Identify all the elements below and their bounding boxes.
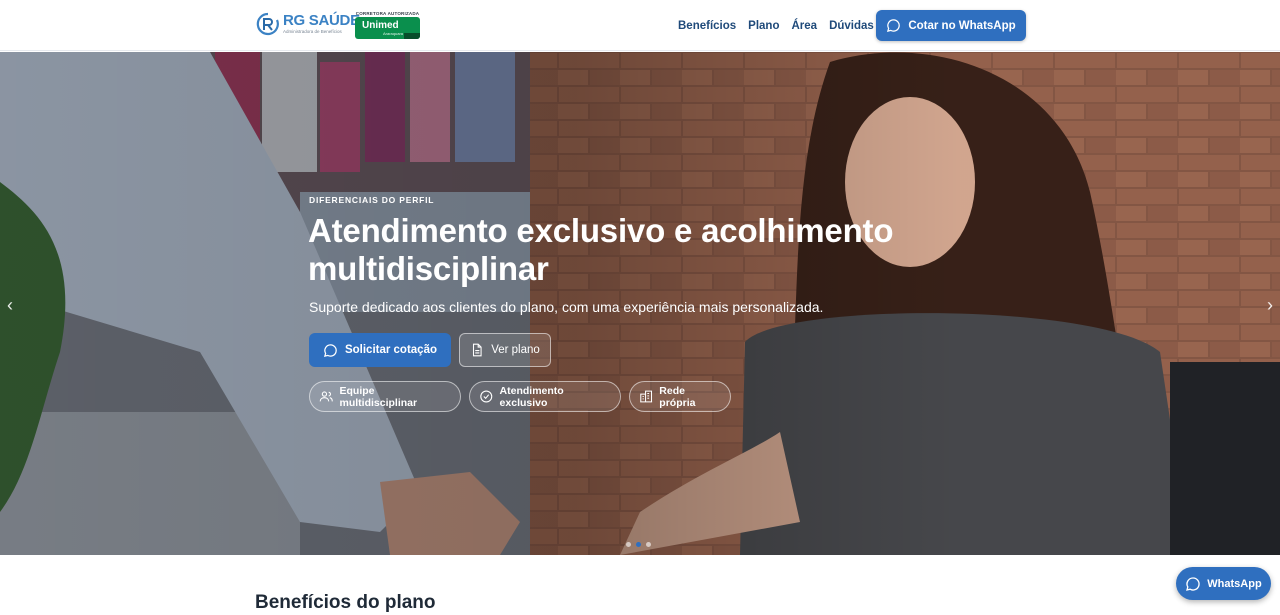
nav-link-duvidas[interactable]: Dúvidas: [829, 20, 874, 32]
floating-whatsapp-label: WhatsApp: [1207, 577, 1262, 590]
beneficios-section-title: Benefícios do plano: [255, 592, 436, 613]
chat-bubble-icon: [1186, 576, 1200, 591]
rg-saude-logo[interactable]: RG SAÚDE Administradora de Benefícios: [256, 12, 371, 36]
cotar-whatsapp-button[interactable]: Cotar no WhatsApp: [876, 10, 1026, 41]
carousel-next-icon[interactable]: ›: [1260, 295, 1280, 315]
unimed-partner-badge: CORRETORA AUTORIZADA Unimed Araraquara: [355, 11, 420, 39]
chip-label: Rede própria: [659, 384, 696, 409]
carousel-prev-icon[interactable]: ‹: [0, 295, 20, 315]
chat-bubble-icon: [323, 343, 337, 357]
solicitar-cotacao-label: Solicitar cotação: [344, 344, 438, 356]
partner-strip: [404, 33, 420, 39]
building-icon: [640, 390, 653, 403]
unimed-logo: Unimed Araraquara: [355, 17, 420, 39]
ver-plano-label: Ver plano: [491, 344, 540, 356]
floating-whatsapp-button[interactable]: WhatsApp: [1176, 567, 1271, 600]
site-header: RG SAÚDE Administradora de Benefícios CO…: [0, 0, 1280, 51]
check-circle-icon: [480, 390, 493, 403]
chip-rede-propria: Rede própria: [629, 381, 731, 412]
users-icon: [319, 391, 333, 402]
document-icon: [473, 343, 482, 357]
chip-label: Equipe multidisciplinar: [339, 384, 418, 409]
carousel-dot[interactable]: [646, 542, 651, 547]
partner-tag: CORRETORA AUTORIZADA: [355, 11, 420, 16]
carousel-dot-active[interactable]: [636, 542, 641, 547]
chip-equipe-multidisciplinar: Equipe multidisciplinar: [309, 381, 461, 412]
nav-link-plano[interactable]: Plano: [748, 20, 779, 32]
hero-headline: Atendimento exclusivo e acolhimento mult…: [308, 212, 894, 287]
carousel-dot[interactable]: [626, 542, 631, 547]
partner-name: Unimed: [362, 20, 399, 31]
chat-bubble-icon: [887, 19, 901, 33]
cotar-whatsapp-label: Cotar no WhatsApp: [908, 19, 1016, 32]
rg-logo-icon: [256, 12, 279, 36]
main-nav: Benefícios Plano Área Dúvidas: [678, 0, 874, 51]
solicitar-cotacao-button[interactable]: Solicitar cotação: [309, 333, 451, 367]
hero-subline: Suporte dedicado aos clientes do plano, …: [309, 299, 824, 315]
hero-carousel: ‹ › DIFERENCIAIS DO PERFIL Atendimento e…: [0, 52, 1280, 555]
nav-link-area[interactable]: Área: [791, 20, 817, 32]
hero-eyebrow: DIFERENCIAIS DO PERFIL: [309, 195, 435, 205]
carousel-dots: [626, 542, 651, 547]
nav-link-beneficios[interactable]: Benefícios: [678, 20, 736, 32]
ver-plano-button[interactable]: Ver plano: [459, 333, 551, 367]
chip-atendimento-exclusivo: Atendimento exclusivo: [469, 381, 621, 412]
partner-location: Araraquara: [383, 31, 404, 36]
chip-label: Atendimento exclusivo: [499, 384, 564, 409]
